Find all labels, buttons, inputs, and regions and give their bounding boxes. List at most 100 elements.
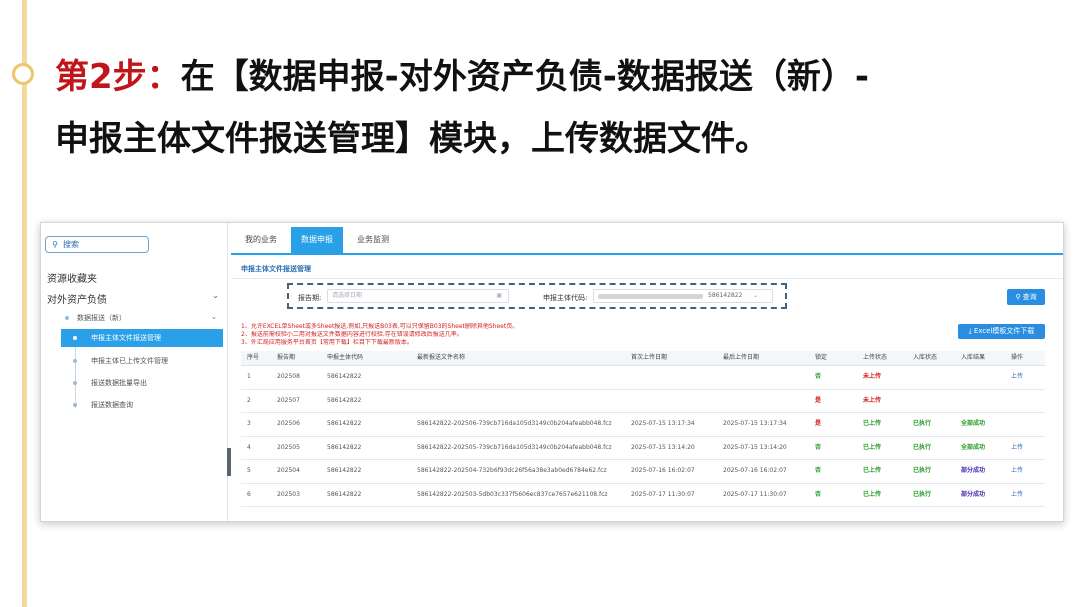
sidebar-subgroup-data-submission[interactable]: 数据报送（新） ⌄ — [65, 313, 217, 323]
cell-locked: 否 — [815, 490, 822, 498]
entity-code-select[interactable]: 586142822 ⌄ — [593, 289, 773, 303]
cell-file-name: 586142822-202504-732b6f93dc26f56a38e3ab0… — [417, 467, 607, 474]
sidebar-item-batch-export[interactable]: 报送数据批量导出 — [73, 374, 223, 392]
cell-db-result: 部分成功 — [961, 467, 986, 474]
cell-db-status: 已执行 — [913, 443, 932, 451]
upload-link[interactable]: 上传 — [1011, 366, 1023, 388]
table-row: 2 202507 586142822 是 未上传 — [241, 390, 1045, 413]
cell-period: 202503 — [277, 490, 300, 498]
notice-line: 3、外汇局应用服务平台首页【常用下载】栏目下下载最新版本。 — [241, 339, 413, 346]
cell-db-result: 全部成功 — [961, 443, 986, 451]
cell-locked: 否 — [815, 373, 822, 380]
divider — [231, 278, 1063, 279]
bullet-icon — [73, 403, 77, 407]
column-header: 入库结果 — [961, 354, 986, 361]
column-header: 操作 — [1011, 354, 1024, 361]
cell-db-status: 已执行 — [913, 467, 932, 474]
column-header: 最新报送文件名称 — [417, 354, 466, 361]
cell-db-result: 全部成功 — [961, 420, 986, 427]
sidebar-item-label: 报送数据批量导出 — [91, 379, 147, 387]
cell-no: 5 — [247, 467, 251, 474]
cell-entity-code: 586142822 — [327, 490, 362, 498]
cell-first-upload: 2025-07-15 13:14:20 — [631, 443, 695, 451]
column-header: 申报主体代码 — [327, 354, 364, 361]
cell-entity-code: 586142822 — [327, 373, 362, 380]
cell-first-upload: 2025-07-15 13:17:34 — [631, 420, 695, 427]
cell-upload-status: 已上传 — [863, 490, 882, 498]
calendar-icon: ▣ — [496, 292, 502, 299]
notice-text: 1、允许EXCEL单Sheet或多Sheet报送,例如,只报送B03表,可以只保… — [241, 323, 761, 347]
table-row: 4 202505 586142822 586142822-202505-739c… — [241, 437, 1045, 460]
upload-link[interactable]: 上传 — [1011, 437, 1023, 459]
sidebar-item-file-submission[interactable]: 申报主体文件报送管理 — [61, 329, 223, 347]
search-label: 搜索 — [63, 240, 79, 249]
cell-upload-status: 已上传 — [863, 420, 882, 427]
column-header: 最后上传日期 — [723, 354, 760, 361]
cell-period: 202505 — [277, 443, 300, 451]
cell-entity-code: 586142822 — [327, 467, 362, 474]
notice-line: 2、报送前需校验小二用对报送文件数据内容进行校验,存在错误请修改后报送几率。 — [241, 331, 463, 338]
tab-my-business[interactable]: 我的业务 — [235, 227, 287, 253]
main-panel: 我的业务 数据申报 业务监测 申报主体文件报送管理 报告期: 请选择日期 ▣ 申… — [231, 223, 1063, 521]
sidebar-item-label: 申报主体已上传文件管理 — [91, 357, 168, 365]
cell-locked: 是 — [815, 420, 822, 427]
tab-business-monitoring[interactable]: 业务监测 — [347, 227, 399, 253]
cell-no: 2 — [247, 396, 251, 404]
sidebar: ⚲ 搜索 资源收藏夹 对外资产负债 ⌄ 数据报送（新） ⌄ 申报主体文件报送管理 … — [41, 223, 228, 521]
table-row: 3 202506 586142822 586142822-202506-739c… — [241, 413, 1045, 437]
title-line-1: 在【数据申报-对外资产负债-数据报送（新）- — [180, 57, 870, 97]
query-label: 查询 — [1022, 293, 1037, 301]
sidebar-group-foreign-assets[interactable]: 对外资产负债 ⌄ — [47, 291, 219, 306]
chevron-down-icon: ⌄ — [212, 291, 219, 300]
sidebar-item-label: 报送数据查询 — [91, 401, 133, 409]
bullet-icon — [65, 316, 69, 320]
cell-locked: 是 — [815, 396, 822, 404]
tab-data-declaration[interactable]: 数据申报 — [291, 227, 343, 253]
page-title: 申报主体文件报送管理 — [241, 265, 311, 273]
cell-file-name: 586142822-202506-739cb716da105d3149c0b20… — [417, 420, 612, 427]
upload-link[interactable]: 上传 — [1011, 460, 1023, 482]
table-row: 1 202508 586142822 否 未上传 上传 — [241, 366, 1045, 390]
table-row: 6 202503 586142822 586142822-202503-5db0… — [241, 484, 1045, 507]
app-screenshot: ⚲ 搜索 资源收藏夹 对外资产负债 ⌄ 数据报送（新） ⌄ 申报主体文件报送管理 … — [40, 222, 1064, 522]
column-header: 锁定 — [815, 354, 828, 361]
cell-no: 6 — [247, 490, 251, 498]
sidebar-item-uploaded-files[interactable]: 申报主体已上传文件管理 — [73, 352, 223, 370]
cell-last-upload: 2025-07-17 11:30:07 — [723, 490, 787, 498]
slide-headline: 第2步：在【数据申报-对外资产负债-数据报送（新）- 申报主体文件报送管理】模块… — [55, 46, 1065, 170]
chevron-down-icon: ⌄ — [752, 292, 758, 299]
decor-circle — [12, 63, 34, 85]
tab-bar: 我的业务 数据申报 业务监测 — [231, 227, 1063, 255]
query-button[interactable]: ⚲ 查询 — [1007, 289, 1045, 305]
table-header: 序号 报告期 申报主体代码 最新报送文件名称 首次上传日期 最后上传日期 锁定 … — [241, 351, 1045, 366]
cell-first-upload: 2025-07-16 16:02:07 — [631, 467, 695, 474]
cell-locked: 否 — [815, 467, 822, 474]
title-line-2: 申报主体文件报送管理】模块，上传数据文件。 — [55, 119, 769, 159]
cell-upload-status: 未上传 — [863, 396, 882, 404]
decor-bar — [22, 0, 27, 607]
sidebar-item-data-query[interactable]: 报送数据查询 — [73, 396, 223, 414]
column-header: 首次上传日期 — [631, 354, 668, 361]
column-header: 序号 — [247, 354, 260, 361]
notice-line: 1、允许EXCEL单Sheet或多Sheet报送,例如,只报送B03表,可以只保… — [241, 323, 519, 330]
download-label: Excel模板文件下载 — [973, 327, 1035, 335]
bullet-icon — [73, 336, 77, 340]
search-icon: ⚲ — [1015, 293, 1023, 301]
column-header: 上传状态 — [863, 354, 888, 361]
entity-code-label: 申报主体代码: — [543, 294, 588, 302]
sidebar-item-favorites[interactable]: 资源收藏夹 — [47, 270, 97, 285]
cell-period: 202507 — [277, 396, 300, 404]
sidebar-item-label: 申报主体文件报送管理 — [91, 334, 161, 342]
bullet-icon — [73, 359, 77, 363]
template-download-button[interactable]: ⤓ Excel模板文件下载 — [958, 324, 1045, 339]
search-icon: ⚲ — [52, 240, 58, 249]
sidebar-group-label: 对外资产负债 — [47, 295, 107, 306]
entity-code-value: 586142822 — [708, 292, 743, 299]
cell-upload-status: 已上传 — [863, 443, 882, 451]
bullet-icon — [73, 381, 77, 385]
sidebar-search-button[interactable]: ⚲ 搜索 — [45, 236, 149, 253]
upload-link[interactable]: 上传 — [1011, 484, 1023, 506]
period-date-input[interactable]: 请选择日期 ▣ — [327, 289, 509, 303]
cell-db-status: 已执行 — [913, 490, 932, 498]
column-header: 入库状态 — [913, 354, 938, 361]
